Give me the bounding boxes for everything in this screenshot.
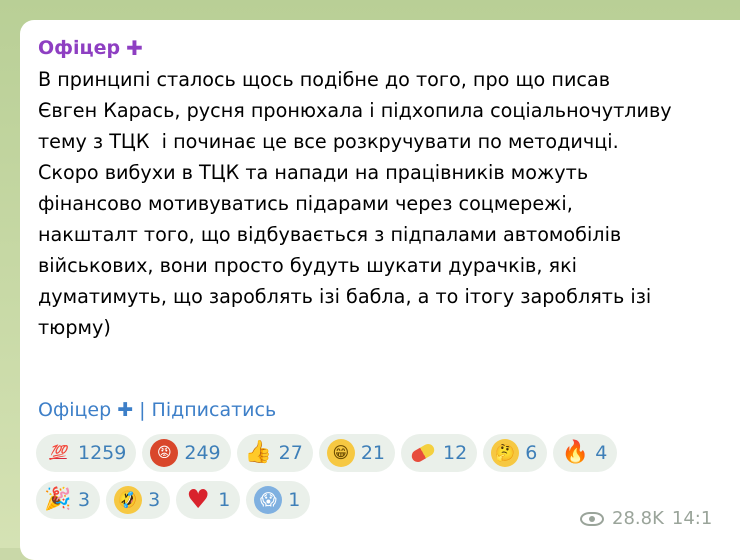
rofl-face-icon: 🤣 (110, 482, 147, 518)
reaction-count: 4 (595, 442, 608, 464)
reaction-hundred[interactable]: 💯 1259 (36, 434, 137, 472)
reaction-count: 3 (78, 489, 91, 511)
reactions-row: 🎉 3 🤣 3 ♥ 1 😱 1 (36, 481, 617, 519)
reaction-fire[interactable]: 🔥 4 (553, 434, 618, 472)
reaction-thumbs-up[interactable]: 👍 27 (236, 434, 313, 472)
view-count: 28.8K (612, 508, 664, 529)
angry-face-icon: 😡 (150, 439, 179, 467)
reaction-grinning[interactable]: 😁 21 (318, 434, 395, 472)
channel-link-label: Офіцер (38, 399, 112, 421)
plus-icon: ✚ (117, 399, 134, 421)
reaction-count: 1259 (78, 442, 127, 464)
reaction-count: 27 (278, 442, 303, 464)
reaction-count: 12 (443, 442, 468, 464)
reaction-screaming[interactable]: 😱 1 (246, 481, 311, 519)
subscribe-link[interactable]: Підписатись (152, 399, 277, 421)
reaction-heart[interactable]: ♥ 1 (176, 481, 241, 519)
message-bubble: Офіцер ✚ В принципі сталось щось подібне… (20, 20, 740, 560)
reaction-count: 1 (218, 489, 231, 511)
reaction-pill[interactable]: 12 (401, 434, 478, 472)
reaction-rofl[interactable]: 🤣 3 (106, 481, 171, 519)
reactions-row: 💯 1259 😡 249 👍 27 😁 21 12 🤔 6 🔥 4 (36, 434, 618, 472)
reactions: 💯 1259 😡 249 👍 27 😁 21 12 🤔 6 🔥 4 🎉 3 🤣 … (36, 434, 618, 528)
reaction-count: 3 (148, 489, 161, 511)
reaction-thinking[interactable]: 🤔 6 (483, 434, 548, 472)
message-meta: 28.8K 14:1 (580, 508, 740, 529)
hundred-points-icon: 💯 (49, 445, 67, 461)
separator: | (139, 399, 146, 421)
message-time: 14:1 (671, 508, 713, 529)
plus-icon: ✚ (126, 36, 143, 60)
author-name[interactable]: Офіцер ✚ (38, 36, 740, 60)
thinking-face-icon: 🤔 (491, 439, 520, 467)
fire-icon: 🔥 (561, 440, 589, 465)
channel-link[interactable]: Офіцер ✚ (38, 399, 133, 421)
eye-icon (580, 511, 604, 526)
grinning-face-icon: 😁 (326, 439, 355, 467)
screaming-face-icon: 😱 (254, 486, 283, 514)
reaction-party[interactable]: 🎉 3 (36, 481, 101, 519)
reaction-count: 6 (525, 442, 538, 464)
reaction-count: 1 (288, 489, 301, 511)
reaction-count: 249 (184, 442, 221, 464)
message-footer: Офіцер ✚ | Підписатись (38, 399, 276, 421)
message-text: В принципі сталось щось подібне до того,… (38, 68, 672, 339)
pill-icon (409, 439, 437, 467)
thumbs-up-icon: 👍 (244, 440, 273, 465)
reaction-count: 21 (360, 442, 385, 464)
red-heart-icon: ♥ (186, 485, 210, 515)
author-label: Офіцер (38, 37, 121, 59)
reaction-angry[interactable]: 😡 249 (142, 434, 231, 472)
party-popper-icon: 🎉 (44, 487, 72, 512)
